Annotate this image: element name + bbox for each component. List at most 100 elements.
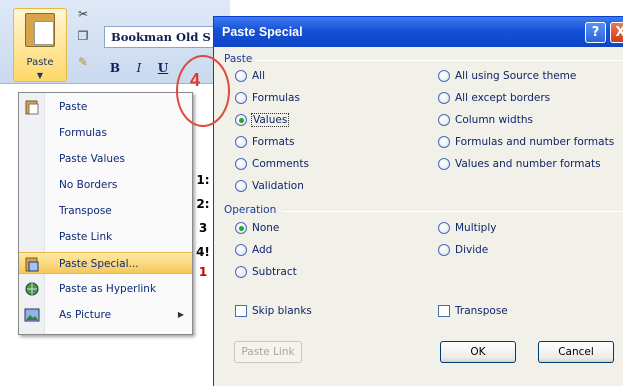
menu-item-label: No Borders <box>59 179 118 191</box>
font-name-field[interactable]: Bookman Old S <box>104 26 219 48</box>
transpose-checkbox[interactable]: Transpose <box>438 303 508 319</box>
paste-link-button[interactable]: Paste Link <box>234 341 302 363</box>
radio-add[interactable]: Add <box>235 242 272 258</box>
radio-button[interactable] <box>235 70 247 82</box>
option-label: Formulas <box>252 92 300 104</box>
paste-button[interactable]: Paste ▼ <box>13 8 67 82</box>
cut-icon[interactable]: ✂ <box>74 6 92 22</box>
option-label: Skip blanks <box>252 305 312 317</box>
skip-blanks-checkbox[interactable]: Skip blanks <box>235 303 312 319</box>
radio-values-and-number-formats[interactable]: Values and number formats <box>438 156 601 172</box>
cancel-button[interactable]: Cancel <box>538 341 614 363</box>
radio-button[interactable] <box>235 92 247 104</box>
radio-button[interactable] <box>438 244 450 256</box>
radio-none[interactable]: None <box>235 220 279 236</box>
menu-item-paste-as-hyperlink[interactable]: Paste as Hyperlink <box>19 278 192 300</box>
option-label: Divide <box>455 244 489 256</box>
radio-all[interactable]: All <box>235 68 265 84</box>
dialog-title: Paste Special <box>222 25 303 39</box>
radio-button[interactable] <box>438 92 450 104</box>
option-label: Formats <box>252 136 295 148</box>
radio-button-selected[interactable] <box>235 114 247 126</box>
menu-item-paste-special[interactable]: Paste Special... <box>19 252 192 274</box>
callout-circle <box>176 55 230 127</box>
menu-item-paste-values[interactable]: Paste Values <box>19 148 192 170</box>
sheet-cell-fragment: 4! <box>196 245 210 259</box>
option-label: Add <box>252 244 273 256</box>
option-label: Comments <box>252 158 309 170</box>
close-button[interactable]: X <box>610 22 623 43</box>
radio-button[interactable] <box>438 136 450 148</box>
option-label: Column widths <box>455 114 533 126</box>
paste-button-label: Paste <box>26 57 54 68</box>
menu-item-label: Paste as Hyperlink <box>59 283 157 295</box>
copy-icon[interactable]: ❐ <box>74 28 92 44</box>
option-label: Values and number formats <box>455 158 601 170</box>
radio-multiply[interactable]: Multiply <box>438 220 496 236</box>
menu-item-no-borders[interactable]: No Borders <box>19 174 192 196</box>
callout-number: 4 <box>190 70 201 90</box>
format-button-row: B I U <box>104 56 174 78</box>
format-painter-icon[interactable]: ✎ <box>74 54 92 70</box>
radio-comments[interactable]: Comments <box>235 156 309 172</box>
radio-button[interactable] <box>235 266 247 278</box>
ok-button[interactable]: OK <box>440 341 516 363</box>
group-divider <box>282 211 623 212</box>
dialog-title-bar[interactable]: Paste Special <box>214 17 623 47</box>
option-label: Validation <box>252 180 304 192</box>
radio-all-except-borders[interactable]: All except borders <box>438 90 550 106</box>
operation-group-label: Operation <box>224 204 277 216</box>
menu-item-label: Transpose <box>59 205 112 217</box>
sheet-cell-fragment: 1 <box>198 265 208 279</box>
checkbox[interactable] <box>438 305 450 317</box>
submenu-arrow-icon: ▶ <box>177 310 184 319</box>
italic-button[interactable]: I <box>128 56 150 78</box>
menu-item-paste[interactable]: Paste <box>19 96 192 118</box>
menu-item-paste-link[interactable]: Paste Link <box>19 226 192 248</box>
sheet-cell-fragment: 2: <box>196 197 210 211</box>
menu-item-label: Formulas <box>59 127 107 139</box>
radio-validation[interactable]: Validation <box>235 178 304 194</box>
radio-button[interactable] <box>438 222 450 234</box>
option-label: All <box>252 70 266 82</box>
menu-item-label: Paste Link <box>59 231 113 243</box>
menu-item-label: Paste <box>59 101 88 113</box>
option-label: Subtract <box>252 266 297 278</box>
radio-button[interactable] <box>438 158 450 170</box>
radio-button[interactable] <box>438 70 450 82</box>
bold-button[interactable]: B <box>104 56 126 78</box>
option-label: All except borders <box>455 92 551 104</box>
help-button[interactable]: ? <box>585 22 606 43</box>
paste-options-menu: Paste Formulas Paste Values No Borders T… <box>18 92 193 335</box>
radio-values[interactable]: Values <box>235 112 290 128</box>
menu-item-label: Paste Special... <box>59 258 139 270</box>
picture-icon <box>24 308 40 322</box>
radio-button[interactable] <box>235 180 247 192</box>
menu-item-label: Paste Values <box>59 153 125 165</box>
option-label: All using Source theme <box>455 70 577 82</box>
radio-button[interactable] <box>235 158 247 170</box>
chevron-down-icon[interactable]: ▼ <box>34 71 46 81</box>
radio-all-using-source-theme[interactable]: All using Source theme <box>438 68 576 84</box>
radio-formulas[interactable]: Formulas <box>235 90 300 106</box>
menu-item-formulas[interactable]: Formulas <box>19 122 192 144</box>
option-label: Transpose <box>455 305 508 317</box>
radio-button[interactable] <box>235 244 247 256</box>
radio-divide[interactable]: Divide <box>438 242 488 258</box>
hyperlink-paste-icon <box>25 282 39 296</box>
radio-button[interactable] <box>438 114 450 126</box>
menu-item-as-picture[interactable]: As Picture ▶ <box>19 304 192 326</box>
group-divider <box>254 60 623 61</box>
radio-formats[interactable]: Formats <box>235 134 294 150</box>
radio-button[interactable] <box>235 136 247 148</box>
checkbox[interactable] <box>235 305 247 317</box>
radio-formulas-and-number-formats[interactable]: Formulas and number formats <box>438 134 614 150</box>
radio-subtract[interactable]: Subtract <box>235 264 297 280</box>
menu-item-label: As Picture <box>59 309 112 321</box>
clipboard-paste-icon <box>25 100 39 115</box>
radio-button-selected[interactable] <box>235 222 247 234</box>
screenshot-root: Paste ▼ ✂ ❐ ✎ Bookman Old S B I U 1: 2: … <box>0 0 623 386</box>
menu-item-transpose[interactable]: Transpose <box>19 200 192 222</box>
underline-button[interactable]: U <box>152 56 174 78</box>
radio-column-widths[interactable]: Column widths <box>438 112 533 128</box>
